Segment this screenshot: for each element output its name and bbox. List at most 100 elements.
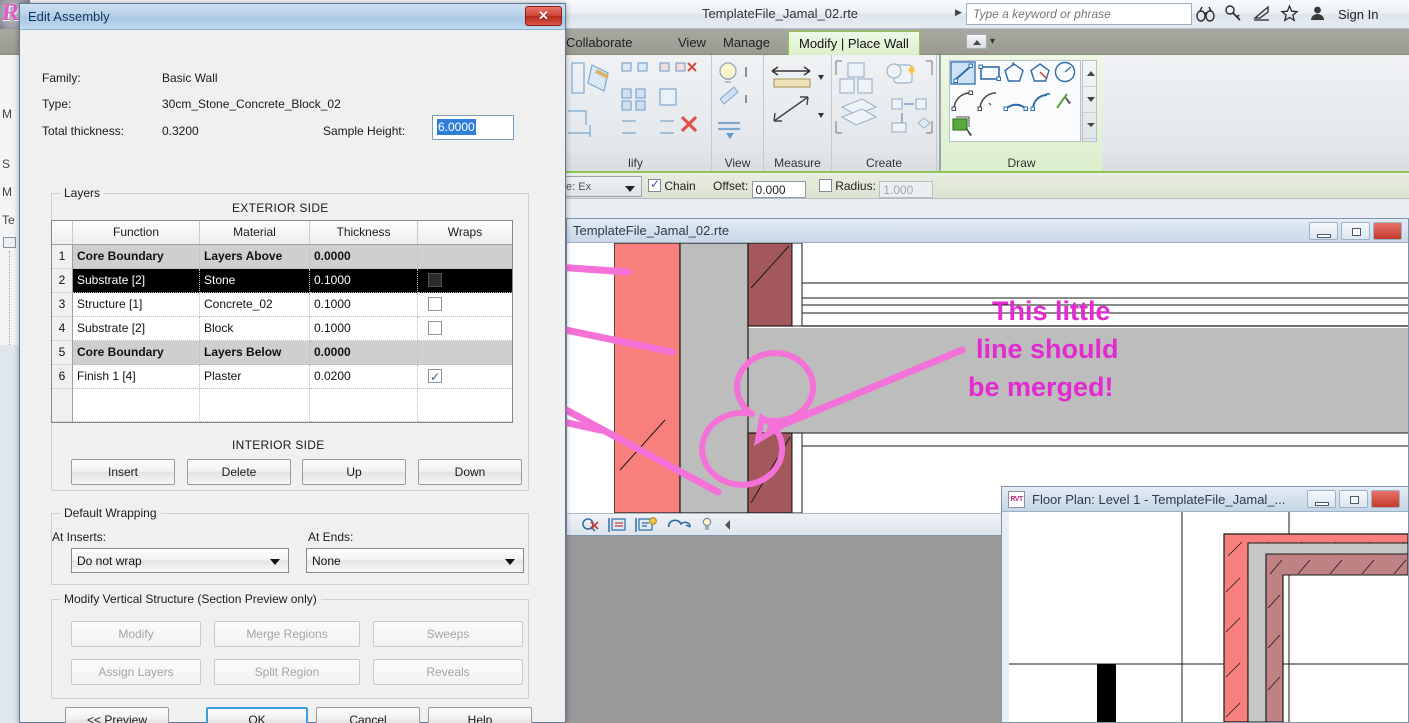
table-row[interactable]: 6 Finish 1 [4] Plaster 0.0200: [52, 365, 512, 389]
wraps-checkbox[interactable]: [428, 273, 442, 287]
row-index: 1: [52, 245, 73, 269]
layers-table[interactable]: Function Material Thickness Wraps 1 Core…: [51, 220, 513, 423]
cell-material[interactable]: Block: [200, 317, 310, 341]
column-header-function[interactable]: Function: [73, 221, 200, 245]
cell-wraps[interactable]: [418, 269, 512, 293]
key-icon[interactable]: [1224, 4, 1243, 24]
cell-function[interactable]: [73, 389, 200, 422]
type-selector-combobox[interactable]: e: Ex: [562, 176, 642, 197]
draw-tool-gallery[interactable]: [949, 60, 1081, 142]
cell-thickness[interactable]: 0.0000: [310, 245, 418, 269]
floor-plan-window: RVT Floor Plan: Level 1 - TemplateFile_J…: [1001, 486, 1409, 723]
scroll-down-icon[interactable]: [1083, 87, 1096, 113]
at-ends-combobox[interactable]: None: [306, 548, 524, 573]
view-panel-icons[interactable]: [712, 55, 762, 147]
search-input[interactable]: [967, 4, 1191, 24]
cell-thickness[interactable]: 0.0200: [310, 365, 418, 389]
star-icon[interactable]: [1280, 4, 1299, 24]
cell-wraps[interactable]: [418, 293, 512, 317]
up-button[interactable]: Up: [302, 459, 406, 485]
search-box[interactable]: [966, 3, 1192, 25]
measure-panel-icons[interactable]: [764, 55, 830, 147]
chain-checkbox[interactable]: [648, 177, 661, 192]
column-header-thickness[interactable]: Thickness: [310, 221, 418, 245]
ribbon-minimize-caret-icon[interactable]: ▾: [990, 36, 995, 47]
column-header-material[interactable]: Material: [200, 221, 310, 245]
create-panel-icons[interactable]: [832, 55, 935, 147]
radius-checkbox[interactable]: [818, 179, 832, 192]
insert-button[interactable]: Insert: [71, 459, 175, 485]
wraps-checkbox[interactable]: [428, 366, 442, 388]
down-button[interactable]: Down: [418, 459, 522, 485]
table-row[interactable]: [52, 389, 512, 422]
drawing-view-restore-button[interactable]: [1341, 222, 1370, 240]
dialog-close-button[interactable]: ✕: [525, 6, 562, 26]
properties-palette[interactable]: M S M Te: [0, 55, 20, 391]
ok-button[interactable]: OK: [206, 707, 308, 723]
column-header-wraps[interactable]: Wraps: [418, 221, 512, 245]
cell-function[interactable]: Finish 1 [4]: [73, 365, 200, 389]
cell-thickness[interactable]: 0.1000: [310, 317, 418, 341]
cell-wraps[interactable]: [418, 245, 512, 269]
draw-gallery-scrollbar[interactable]: [1082, 60, 1097, 142]
table-row[interactable]: 1 Core Boundary Layers Above 0.0000: [52, 245, 512, 269]
preview-button[interactable]: << Preview: [65, 707, 169, 723]
person-icon[interactable]: [1308, 4, 1327, 24]
help-button[interactable]: Help: [428, 707, 532, 723]
cell-function[interactable]: Structure [1]: [73, 293, 200, 317]
at-inserts-combobox[interactable]: Do not wrap: [71, 548, 289, 573]
tab-view[interactable]: View: [668, 31, 716, 55]
drawing-view-close-button[interactable]: [1373, 222, 1402, 240]
cell-material[interactable]: Concrete_02: [200, 293, 310, 317]
table-row[interactable]: 5 Core Boundary Layers Below 0.0000: [52, 341, 512, 365]
tab-collaborate[interactable]: Collaborate: [556, 31, 643, 55]
delete-button[interactable]: Delete: [187, 459, 291, 485]
drawing-view-minimize-button[interactable]: [1309, 222, 1338, 240]
row-index: 2: [52, 269, 73, 293]
table-row[interactable]: 2 Substrate [2] Stone 0.1000: [52, 269, 512, 293]
floor-plan-minimize-button[interactable]: [1307, 490, 1336, 508]
binoculars-icon[interactable]: [1196, 4, 1215, 24]
cell-thickness[interactable]: [310, 389, 418, 422]
floor-plan-close-button[interactable]: [1371, 490, 1400, 508]
tab-manage[interactable]: Manage: [713, 31, 780, 55]
cell-function[interactable]: Core Boundary: [73, 245, 200, 269]
at-ends-label: At Ends:: [308, 530, 354, 544]
cell-thickness[interactable]: 0.0000: [310, 341, 418, 365]
table-row[interactable]: 4 Substrate [2] Block 0.1000: [52, 317, 512, 341]
cancel-button[interactable]: Cancel: [316, 707, 420, 723]
cell-function[interactable]: Substrate [2]: [73, 317, 200, 341]
cell-wraps[interactable]: [418, 389, 512, 422]
floor-plan-restore-button[interactable]: [1339, 490, 1368, 508]
floor-plan-canvas[interactable]: [1002, 512, 1408, 722]
cell-function[interactable]: Substrate [2]: [73, 269, 200, 293]
satellite-dish-icon[interactable]: [1252, 4, 1271, 24]
table-row[interactable]: 3 Structure [1] Concrete_02 0.1000: [52, 293, 512, 317]
cell-wraps[interactable]: [418, 365, 512, 389]
interior-side-label: INTERIOR SIDE: [232, 438, 325, 452]
cell-wraps[interactable]: [418, 317, 512, 341]
sample-height-input[interactable]: 6.0000: [432, 115, 514, 140]
scroll-up-icon[interactable]: [1083, 61, 1096, 87]
tab-modify-place-wall[interactable]: Modify | Place Wall: [788, 31, 920, 55]
dialog-title-bar: Edit Assembly ✕: [20, 4, 565, 30]
wraps-checkbox[interactable]: [428, 321, 442, 335]
cell-thickness[interactable]: 0.1000: [310, 269, 418, 293]
cell-material[interactable]: Plaster: [200, 365, 310, 389]
ribbon-minimize-button[interactable]: [966, 34, 987, 49]
cell-function[interactable]: Core Boundary: [73, 341, 200, 365]
cell-material[interactable]: Stone: [200, 269, 310, 293]
offset-input[interactable]: 0.000: [751, 181, 806, 198]
cell-material[interactable]: Layers Below: [200, 341, 310, 365]
properties-expand-icon[interactable]: [3, 237, 16, 248]
reveal-constraints-icon: [702, 517, 712, 530]
cell-material[interactable]: Layers Above: [200, 245, 310, 269]
cell-material[interactable]: [200, 389, 310, 422]
title-overflow-icon[interactable]: ▶: [955, 7, 962, 18]
gallery-expand-icon[interactable]: [1083, 113, 1096, 139]
wraps-checkbox[interactable]: [428, 297, 442, 311]
sign-in-label[interactable]: Sign In: [1338, 7, 1378, 22]
cell-wraps[interactable]: [418, 341, 512, 365]
modify-panel-icons[interactable]: [560, 55, 710, 147]
cell-thickness[interactable]: 0.1000: [310, 293, 418, 317]
